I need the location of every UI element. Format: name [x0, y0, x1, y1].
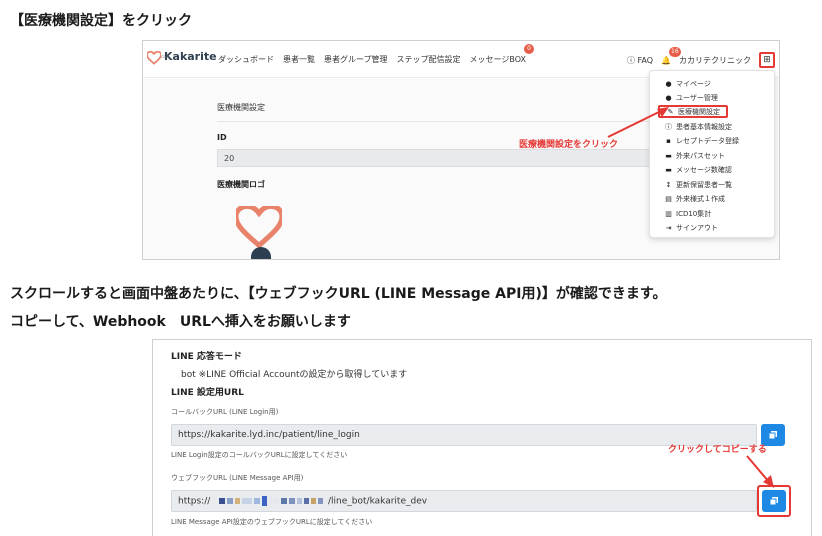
response-mode-value: bot ※LINE Official Accountの設定から取得しています [181, 370, 408, 380]
redacted-url-segment [219, 496, 328, 507]
bell-icon[interactable]: 🔔 [661, 56, 671, 65]
copy-icon [768, 431, 777, 440]
annotation-arrow-1 [607, 107, 669, 138]
nav-patient-list[interactable]: 患者一覧 [283, 54, 315, 65]
menu-item-icd10[interactable]: ▥ ICD10集計 [664, 208, 711, 220]
menu-item-pending-patients[interactable]: ↕ 更新保留患者一覧 [664, 179, 732, 191]
response-mode-title: LINE 応答モード [171, 352, 242, 362]
menu-item-outpatient-pathset[interactable]: ▬ 外来パスセット [664, 150, 725, 162]
user-icon: ● [665, 80, 672, 88]
annotation-arrow-2 [746, 455, 774, 488]
chart-icon: ▥ [665, 210, 672, 218]
callback-help: LINE Login設定のコールバックURLに設定してください [171, 451, 348, 459]
instruction-step1: 【医療機関設定】をクリック [10, 13, 192, 29]
message-badge: 0 [524, 44, 534, 54]
faq-link[interactable]: ⓘ FAQ [627, 55, 653, 66]
menu-item-message-count[interactable]: ▬ メッセージ数確認 [664, 164, 732, 176]
app-logo[interactable]: Kakarite [147, 51, 217, 65]
webhook-url-label: ウェブフックURL (LINE Message API用) [171, 474, 304, 482]
clinic-name[interactable]: カカリテクリニック [679, 55, 751, 66]
print-icon: ▤ [665, 195, 672, 203]
sign-out-icon: ⇥ [665, 224, 672, 232]
section-title: 医療機関設定 [217, 103, 265, 112]
nav-message-box[interactable]: メッセージBOX [470, 54, 526, 65]
comment-icon: ▬ [665, 166, 672, 174]
user-dropdown-menu: ● マイページ ● ユーザー管理 ✎ 医療機関設定 ⓘ 患者基本情報設定 ▪ レセプトデー… [649, 70, 775, 238]
clinic-logo-figure [251, 247, 271, 259]
ambulance-icon: ▬ [665, 152, 672, 160]
nav-step-delivery[interactable]: ステップ配信設定 [397, 54, 461, 65]
clinic-logo-image [236, 206, 282, 248]
heart-logo-icon [147, 51, 161, 65]
screenshot-clinic-settings: Kakarite care ダッシュボード 患者一覧 患者グループ管理 ステップ… [142, 40, 780, 260]
id-field[interactable]: 20 [217, 149, 657, 167]
nav-links: ダッシュボード 患者一覧 患者グループ管理 ステップ配信設定 メッセージBOX [218, 54, 526, 65]
webhook-url-field[interactable]: https:// /line_bot/kakarite_dev [171, 490, 757, 512]
menu-item-sign-out[interactable]: ⇥ サインアウト [664, 222, 718, 234]
logo-subtext: care [161, 54, 170, 59]
question-circle-icon: ⓘ [626, 55, 635, 65]
instruction-step2: スクロールすると画面中盤あたりに、【ウェブフックURL (LINE Messag… [10, 286, 667, 302]
clinic-logo-label: 医療機関ロゴ [217, 180, 265, 189]
webhook-url-suffix: /line_bot/kakarite_dev [328, 496, 428, 507]
sort-icon: ↕ [665, 181, 672, 189]
callback-url-label: コールバックURL (LINE Login用) [171, 408, 279, 416]
nav-dashboard[interactable]: ダッシュボード [218, 54, 274, 65]
menu-item-mypage[interactable]: ● マイページ [664, 78, 710, 90]
grid-icon[interactable]: ⊞ [759, 52, 775, 68]
nav-patient-groups[interactable]: 患者グループ管理 [324, 54, 388, 65]
nav-right: ⓘ FAQ 🔔 カカリテクリニック ⊞ [627, 52, 775, 68]
screenshot-line-settings: LINE 応答モード bot ※LINE Official Accountの設定… [152, 339, 812, 536]
url-section-title: LINE 設定用URL [171, 388, 244, 398]
logo-text: Kakarite [164, 50, 217, 63]
webhook-help: LINE Message API設定のウェブフックURLに設定してください [171, 518, 373, 526]
id-label: ID [217, 133, 227, 142]
webhook-url-prefix: https:// [178, 496, 211, 507]
instruction-step3: コピーして、Webhook URLへ挿入をお願いします [10, 314, 351, 330]
menu-item-outpatient-form[interactable]: ▤ 外来様式１作成 [664, 193, 725, 205]
menu-item-receipt-data[interactable]: ▪ レセプトデータ登録 [664, 135, 739, 147]
menu-item-patient-info-settings[interactable]: ⓘ 患者基本情報設定 [664, 121, 732, 133]
